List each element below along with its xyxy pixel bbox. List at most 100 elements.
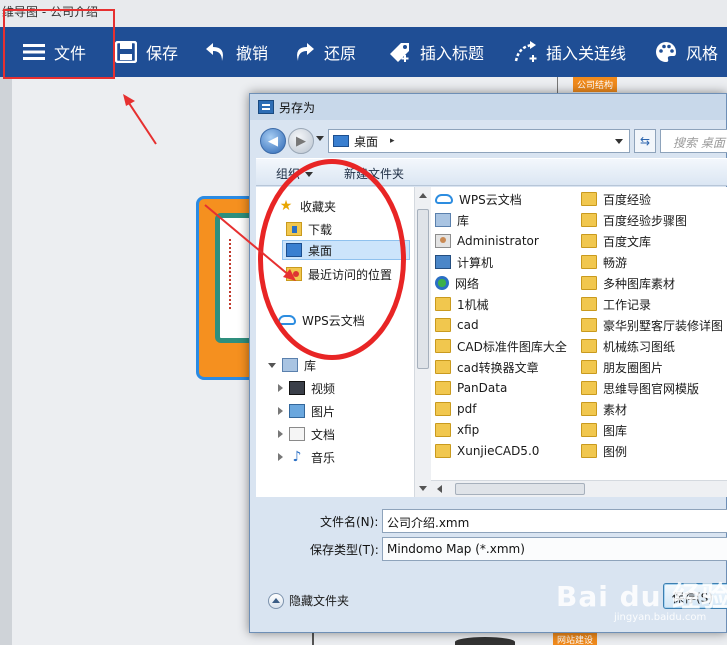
list-item[interactable]: 多种图库素材 bbox=[581, 273, 675, 293]
address-bar[interactable]: 桌面 ▸ bbox=[328, 129, 630, 153]
list-item[interactable]: 豪华别墅客厅装修详图 bbox=[581, 315, 723, 335]
nav-item-label: 库 bbox=[304, 358, 317, 373]
nav-item-label: 音乐 bbox=[311, 450, 336, 465]
file-name: WPS云文档 bbox=[459, 192, 522, 207]
list-item[interactable]: Administrator bbox=[435, 231, 539, 251]
list-item[interactable]: CAD标准件图库大全 bbox=[435, 336, 567, 356]
address-dropdown-icon[interactable] bbox=[615, 139, 623, 144]
refresh-icon: ⇆ bbox=[639, 134, 651, 148]
filename-row: 文件名(N): 公司介绍.xmm bbox=[250, 509, 727, 533]
list-item[interactable]: 素材 bbox=[581, 399, 627, 419]
folder-icon bbox=[581, 276, 597, 290]
folder-icon bbox=[581, 213, 597, 227]
save-toolbar-button[interactable]: 保存 bbox=[112, 27, 178, 77]
expand-arrow-icon[interactable] bbox=[268, 362, 276, 368]
canvas-left-edge bbox=[0, 77, 12, 645]
chevron-up-icon bbox=[268, 592, 284, 609]
file-name: 1机械 bbox=[457, 297, 489, 312]
dialog-app-icon bbox=[258, 100, 274, 114]
list-item[interactable]: 计算机 bbox=[435, 252, 493, 272]
undo-button[interactable]: 撤销 bbox=[202, 27, 268, 77]
file-list[interactable]: WPS云文档 库 Administrator 计算机 网络 1机械 cad CA… bbox=[431, 187, 727, 497]
filename-label: 文件名(N): bbox=[320, 515, 379, 529]
file-list-horizontal-scrollbar[interactable] bbox=[431, 480, 727, 497]
list-item[interactable]: pdf bbox=[435, 399, 476, 419]
list-item[interactable]: xfip bbox=[435, 420, 479, 440]
folder-icon bbox=[435, 402, 451, 416]
list-item[interactable]: 百度经验 bbox=[581, 189, 651, 209]
file-name: cad bbox=[457, 318, 479, 332]
expand-arrow-icon[interactable] bbox=[278, 384, 283, 392]
list-item[interactable]: cad bbox=[435, 315, 479, 335]
hide-folders-label: 隐藏文件夹 bbox=[289, 594, 350, 608]
scroll-up-icon[interactable] bbox=[419, 193, 427, 198]
list-item[interactable]: 机械练习图纸 bbox=[581, 336, 675, 356]
list-item[interactable]: cad转换器文章 bbox=[435, 357, 539, 377]
expand-arrow-icon[interactable] bbox=[278, 430, 283, 438]
list-item[interactable]: 图库 bbox=[581, 420, 627, 440]
history-dropdown-icon[interactable] bbox=[316, 136, 324, 141]
canvas-node-partial bbox=[455, 637, 515, 645]
list-item[interactable]: WPS云文档 bbox=[435, 189, 522, 209]
connector-icon bbox=[512, 38, 540, 66]
list-item[interactable]: PanData bbox=[435, 378, 507, 398]
style-button[interactable]: 风格 bbox=[652, 27, 718, 77]
hide-folders-button[interactable]: 隐藏文件夹 bbox=[268, 592, 349, 609]
scroll-left-icon[interactable] bbox=[437, 485, 442, 493]
list-item[interactable]: 1机械 bbox=[435, 294, 489, 314]
list-item[interactable]: 图例 bbox=[581, 441, 627, 461]
file-name: 思维导图官网模版 bbox=[603, 381, 700, 396]
insert-connector-button[interactable]: 插入关连线 bbox=[512, 27, 626, 77]
dialog-navigation-row: ◀ ▶ 桌面 ▸ ⇆ 搜索 桌面 bbox=[250, 124, 727, 158]
expand-arrow-icon[interactable] bbox=[278, 407, 283, 415]
search-input[interactable]: 搜索 桌面 bbox=[660, 129, 727, 153]
redo-button[interactable]: 还原 bbox=[290, 27, 356, 77]
file-name: 百度经验步骤图 bbox=[603, 213, 688, 228]
list-item[interactable]: 百度经验步骤图 bbox=[581, 210, 687, 230]
file-name: 多种图库素材 bbox=[603, 276, 676, 291]
nav-item-pictures[interactable]: 图片 bbox=[278, 401, 335, 421]
list-item[interactable]: 网络 bbox=[435, 273, 479, 293]
scroll-down-icon[interactable] bbox=[419, 486, 427, 491]
filetype-select[interactable]: Mindomo Map (*.xmm) bbox=[382, 537, 727, 561]
list-item[interactable]: 思维导图官网模版 bbox=[581, 378, 699, 398]
music-icon: ♪ bbox=[292, 449, 302, 465]
folder-icon bbox=[581, 318, 597, 332]
annotation-highlight-box bbox=[3, 9, 115, 79]
list-item[interactable]: 库 bbox=[435, 210, 469, 230]
insert-title-button[interactable]: 插入标题 bbox=[386, 27, 484, 77]
address-separator-icon[interactable]: ▸ bbox=[390, 136, 395, 146]
forward-arrow-icon: ▶ bbox=[296, 133, 306, 149]
list-item[interactable]: 工作记录 bbox=[581, 294, 651, 314]
folder-icon bbox=[581, 444, 597, 458]
forward-button[interactable]: ▶ bbox=[288, 128, 314, 154]
user-folder-icon bbox=[435, 234, 451, 248]
redo-icon bbox=[290, 38, 318, 66]
list-item[interactable]: 百度文库 bbox=[581, 231, 651, 251]
list-item[interactable]: 朋友圈图片 bbox=[581, 357, 663, 377]
node-tag-website[interactable]: 网站建设 bbox=[553, 632, 598, 645]
nav-item-documents[interactable]: 文档 bbox=[278, 424, 335, 444]
back-button[interactable]: ◀ bbox=[260, 128, 286, 154]
node-tag-company-structure[interactable]: 公司结构 bbox=[573, 77, 618, 92]
refresh-button[interactable]: ⇆ bbox=[634, 129, 656, 153]
annotation-highlight-ellipse bbox=[258, 159, 406, 360]
scrollbar-thumb[interactable] bbox=[417, 209, 429, 369]
file-name: 图例 bbox=[603, 444, 628, 459]
navigation-scrollbar[interactable] bbox=[414, 187, 431, 497]
save-icon bbox=[112, 38, 140, 66]
nav-item-music[interactable]: ♪ 音乐 bbox=[278, 447, 335, 467]
filename-input[interactable]: 公司介绍.xmm bbox=[382, 509, 727, 533]
file-name: 计算机 bbox=[457, 255, 494, 270]
list-item[interactable]: 畅游 bbox=[581, 252, 627, 272]
dialog-title-bar[interactable]: 另存为 bbox=[250, 94, 726, 120]
nav-item-videos[interactable]: 视频 bbox=[278, 378, 335, 398]
address-location: 桌面 bbox=[354, 134, 379, 149]
nav-item-label: 文档 bbox=[311, 427, 336, 442]
list-item[interactable]: XunjieCAD5.0 bbox=[435, 441, 539, 461]
expand-arrow-icon[interactable] bbox=[278, 453, 283, 461]
scrollbar-thumb[interactable] bbox=[455, 483, 585, 495]
nav-item-libraries[interactable]: 库 bbox=[268, 355, 316, 375]
insert-connector-label: 插入关连线 bbox=[546, 44, 627, 63]
nav-item-label: 视频 bbox=[311, 381, 336, 396]
